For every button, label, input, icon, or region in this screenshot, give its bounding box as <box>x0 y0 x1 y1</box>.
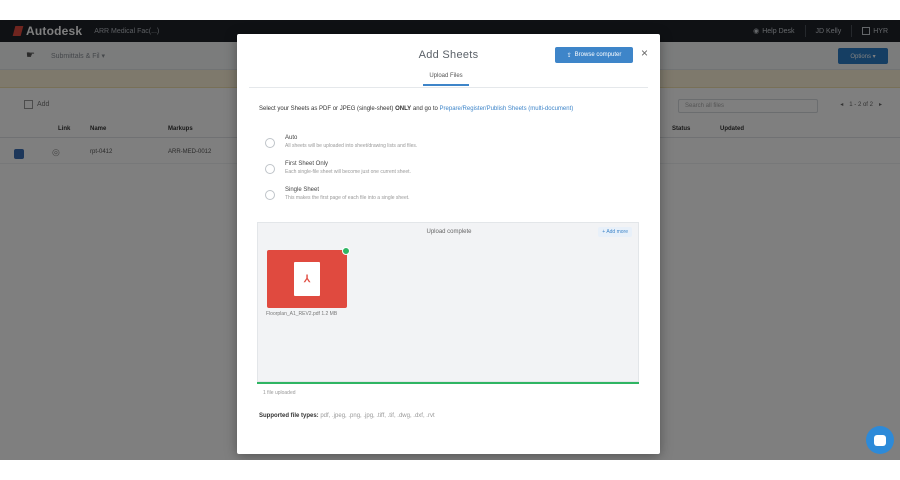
browse-computer-button[interactable]: ⇪ Browse computer <box>555 47 633 63</box>
dialog-tabs: Upload Files <box>249 68 648 88</box>
option-title: Auto <box>285 135 298 141</box>
upload-icon: ⇪ <box>566 52 572 59</box>
instructions-bold: ONLY <box>395 106 412 112</box>
modal-backdrop[interactable]: Add Sheets ⇪ Browse computer × Upload Fi… <box>0 20 900 460</box>
browse-label: Browse computer <box>574 52 622 58</box>
radio-button[interactable] <box>265 164 275 174</box>
option-auto[interactable]: Auto All sheets will be uploaded into sh… <box>259 134 639 156</box>
option-title: First Sheet Only <box>285 161 329 167</box>
chat-icon <box>874 434 886 446</box>
add-more-button[interactable]: + Add more <box>598 227 632 237</box>
option-desc: All sheets will be uploaded into sheet/d… <box>285 143 418 149</box>
supported-extensions: pdf, .jpeg, .png, .jpg, .tiff, .tif, .dw… <box>318 413 435 419</box>
option-single-sheet[interactable]: Single Sheet This makes the first page o… <box>259 186 639 208</box>
radio-button[interactable] <box>265 190 275 200</box>
option-desc: Each single-file sheet will become just … <box>285 169 411 175</box>
option-title: Single Sheet <box>285 187 320 193</box>
instructions-text: Select your Sheets as PDF or JPEG (singl… <box>259 106 396 112</box>
chat-support-button[interactable] <box>866 426 894 454</box>
supported-file-types: Supported file types: pdf, .jpeg, .png, … <box>259 413 435 419</box>
supported-label: Supported file types: <box>259 413 319 419</box>
radio-button[interactable] <box>265 138 275 148</box>
instructions-text: and go to <box>411 106 440 112</box>
instructions-link[interactable]: Prepare/Register/Publish Sheets (multi-d… <box>440 106 574 112</box>
upload-progress-bar <box>257 382 639 384</box>
option-desc: This makes the first page of each file i… <box>285 195 410 201</box>
screen: Autodesk ARR Medical Fac(...) ◉ Help Des… <box>0 20 900 460</box>
uploaded-file-card[interactable]: ⅄ <box>267 250 347 308</box>
upload-status: Upload complete <box>426 229 472 235</box>
pdf-glyph: ⅄ <box>303 273 311 285</box>
add-sheets-dialog: Add Sheets ⇪ Browse computer × Upload Fi… <box>237 34 660 454</box>
pdf-file-icon: ⅄ <box>294 262 320 296</box>
upload-instructions: Select your Sheets as PDF or JPEG (singl… <box>259 105 639 114</box>
upload-summary: 1 file uploaded <box>263 390 296 396</box>
upload-dropzone[interactable]: Upload complete + Add more ⅄ Floorplan_A… <box>257 222 639 382</box>
upload-success-icon <box>342 247 350 255</box>
option-first-sheet[interactable]: First Sheet Only Each single-file sheet … <box>259 160 639 182</box>
file-name: Floorplan_A1_REV2.pdf 1.2 MB <box>266 311 338 317</box>
tab-upload-files[interactable]: Upload Files <box>423 73 469 86</box>
close-icon[interactable]: × <box>641 45 648 61</box>
